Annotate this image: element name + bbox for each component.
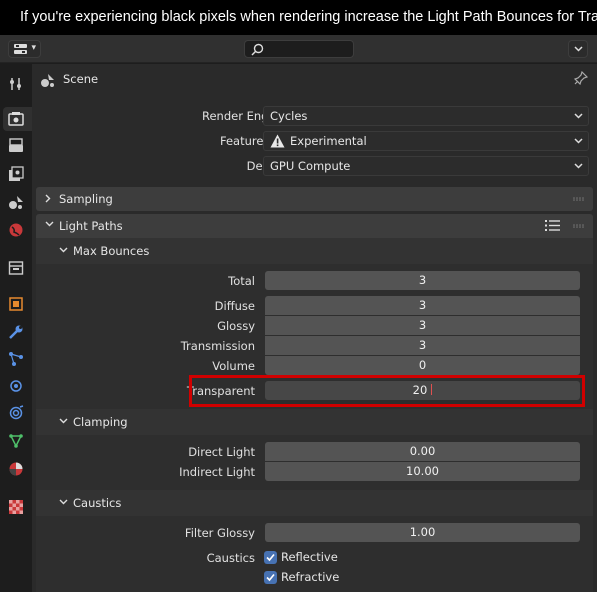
- device-value: GPU Compute: [270, 159, 351, 173]
- subpanel-max-bounces-header[interactable]: Max Bounces: [36, 238, 593, 264]
- output-icon: [9, 138, 23, 152]
- panel-sampling-header[interactable]: Sampling: [36, 187, 593, 211]
- total-field[interactable]: 3: [265, 271, 580, 290]
- subpanel-caustics-header[interactable]: Caustics: [36, 490, 593, 516]
- volume-label: Volume: [212, 359, 255, 373]
- wrench-icon: [9, 325, 23, 339]
- view-layer-icon: [9, 166, 24, 181]
- tab-texture[interactable]: [3, 495, 29, 519]
- chevron-down-icon: [574, 138, 583, 144]
- filter-glossy-label: Filter Glossy: [184, 526, 255, 540]
- refractive-label: Refractive: [281, 570, 340, 584]
- world-icon: [9, 223, 23, 237]
- subpanel-clamping-title: Clamping: [73, 415, 128, 429]
- tab-tool[interactable]: [3, 72, 29, 96]
- subpanel-caustics-title: Caustics: [73, 496, 122, 510]
- transmission-field[interactable]: 3: [265, 336, 580, 355]
- chevron-down-icon: [574, 163, 583, 169]
- context-bar: Scene: [32, 64, 597, 94]
- panel-light-paths-title: Light Paths: [59, 219, 123, 233]
- tab-modifiers[interactable]: [3, 320, 29, 344]
- chevron-down-icon: [574, 113, 583, 119]
- tab-render[interactable]: [3, 107, 32, 131]
- panel-light-paths-header[interactable]: Light Paths: [36, 214, 593, 238]
- tab-physics[interactable]: [3, 374, 29, 398]
- tab-object[interactable]: [3, 292, 29, 316]
- feature-set-dropdown[interactable]: Experimental: [263, 131, 589, 151]
- indirect-light-field[interactable]: 10.00: [265, 462, 580, 481]
- diffuse-label: Diffuse: [214, 299, 255, 313]
- tab-collection[interactable]: [3, 256, 29, 280]
- scene-icon: [9, 196, 23, 209]
- chevron-down-icon: [59, 499, 68, 505]
- tab-data[interactable]: [3, 429, 29, 453]
- context-label: Scene: [63, 72, 99, 86]
- tab-output[interactable]: [3, 134, 29, 158]
- tab-constraints[interactable]: [3, 401, 29, 425]
- tool-icon: [10, 78, 21, 90]
- glossy-label: Glossy: [217, 319, 255, 333]
- tutorial-caption: If you're experiencing black pixels when…: [0, 0, 597, 35]
- render-engine-value: Cycles: [270, 109, 308, 123]
- options-dropdown-button[interactable]: [568, 40, 588, 58]
- checkmark-icon: [266, 573, 275, 582]
- reflective-label: Reflective: [281, 550, 338, 564]
- indirect-light-label: Indirect Light: [179, 465, 255, 479]
- direct-light-field[interactable]: 0.00: [265, 442, 580, 461]
- particles-icon: [9, 352, 23, 366]
- glossy-field[interactable]: 3: [265, 316, 580, 335]
- refractive-checkbox[interactable]: [264, 571, 277, 584]
- tab-material[interactable]: [3, 457, 29, 481]
- editor-type-button[interactable]: ▾: [8, 40, 41, 58]
- search-icon: [251, 43, 264, 56]
- collection-icon: [8, 261, 24, 275]
- direct-light-label: Direct Light: [188, 445, 255, 459]
- chevron-down-icon: [59, 418, 68, 424]
- physics-icon: [10, 380, 22, 392]
- properties-header: ▾: [0, 35, 597, 63]
- chevron-right-icon: [45, 194, 51, 203]
- tab-particles[interactable]: [3, 347, 29, 371]
- chevron-down-icon: [574, 46, 583, 52]
- checkmark-icon: [266, 553, 275, 562]
- chevron-down-icon: [45, 221, 54, 227]
- warning-icon: [270, 134, 285, 148]
- drag-handle-icon[interactable]: [573, 224, 585, 228]
- transmission-label: Transmission: [180, 339, 255, 353]
- constraints-icon: [9, 405, 24, 420]
- highlight-box: [189, 375, 585, 407]
- properties-editor-icon: [14, 44, 27, 54]
- render-engine-dropdown[interactable]: Cycles: [263, 106, 589, 126]
- reflective-checkbox[interactable]: [264, 551, 277, 564]
- search-input[interactable]: [244, 40, 354, 58]
- subpanel-max-bounces-title: Max Bounces: [73, 244, 150, 258]
- properties-tabs: [0, 64, 32, 592]
- material-icon: [9, 462, 23, 476]
- render-icon: [8, 112, 24, 126]
- pin-icon[interactable]: [574, 71, 588, 85]
- drag-handle-icon[interactable]: [573, 197, 585, 201]
- scene-icon: [41, 74, 54, 87]
- tab-scene[interactable]: [3, 190, 29, 214]
- subpanel-clamping-header[interactable]: Clamping: [36, 409, 593, 435]
- mesh-data-icon: [9, 434, 23, 448]
- tab-view-layer[interactable]: [3, 162, 29, 186]
- filter-glossy-field[interactable]: 1.00: [265, 523, 580, 542]
- chevron-down-icon: [59, 247, 68, 253]
- volume-field[interactable]: 0: [265, 356, 580, 375]
- device-dropdown[interactable]: GPU Compute: [263, 156, 589, 176]
- diffuse-field[interactable]: 3: [265, 296, 580, 315]
- feature-set-value: Experimental: [290, 134, 367, 148]
- panel-sampling-title: Sampling: [59, 192, 113, 206]
- caustics-label: Caustics: [206, 551, 255, 565]
- total-label: Total: [228, 274, 255, 288]
- tab-world[interactable]: [3, 218, 29, 242]
- texture-icon: [9, 500, 23, 514]
- presets-list-icon[interactable]: [545, 219, 560, 232]
- chevron-down-icon: ▾: [31, 43, 36, 53]
- object-icon: [9, 297, 23, 311]
